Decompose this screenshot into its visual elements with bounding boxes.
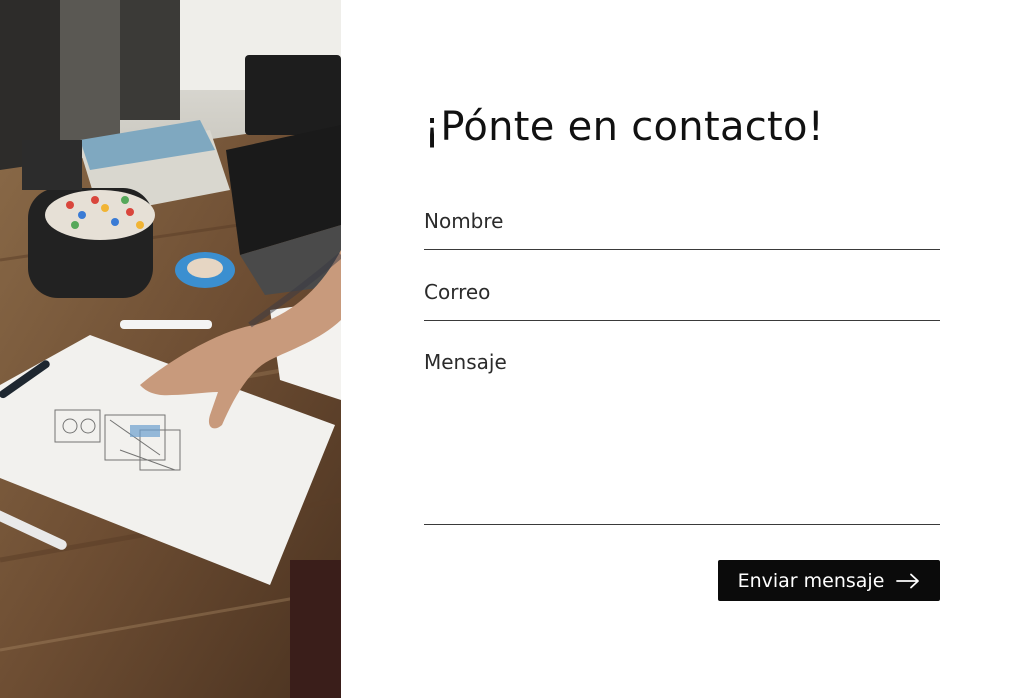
workspace-photo — [0, 0, 341, 698]
contact-page: ¡Pónte en contacto! Enviar mensaje — [0, 0, 1024, 698]
message-field[interactable] — [424, 347, 940, 517]
arrow-right-icon — [896, 573, 920, 589]
send-message-button[interactable]: Enviar mensaje — [718, 560, 940, 601]
send-message-label: Enviar mensaje — [737, 569, 885, 592]
page-title: ¡Pónte en contacto! — [424, 104, 825, 150]
email-field[interactable] — [424, 277, 940, 307]
email-field-container — [424, 277, 940, 321]
workspace-photo-illustration — [0, 0, 341, 698]
name-field-container — [424, 206, 940, 250]
message-field-container — [424, 347, 940, 525]
name-field[interactable] — [424, 206, 940, 236]
contact-form: ¡Pónte en contacto! Enviar mensaje — [341, 0, 1024, 698]
